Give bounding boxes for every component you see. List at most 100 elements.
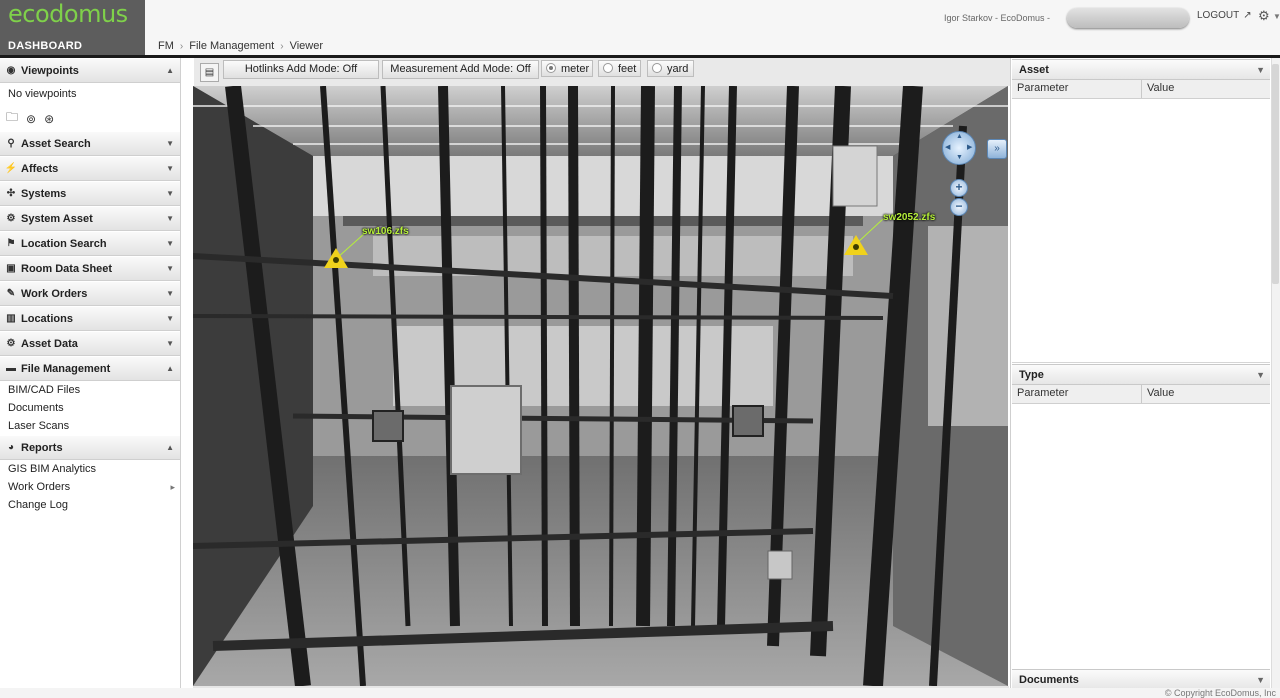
camera-add-icon[interactable]: ⊚ (26, 112, 36, 126)
gear-icon[interactable]: ⚙ (1258, 8, 1270, 24)
section-location-search[interactable]: ⚑ Location Search ▼ (0, 231, 180, 256)
unit-label: meter (561, 63, 590, 75)
measurement-mode-button[interactable]: Measurement Add Mode: Off (382, 60, 539, 79)
documents-panel-header[interactable]: Documents ▼ (1012, 669, 1270, 690)
scrollbar-thumb[interactable] (1272, 64, 1279, 284)
section-file-management[interactable]: ▬ File Management ▲ (0, 356, 180, 381)
section-label: Location Search (21, 237, 107, 250)
panel-divider[interactable] (1012, 362, 1270, 363)
section-label: Systems (21, 187, 67, 200)
column-value[interactable]: Value (1147, 387, 1174, 399)
breadcrumb-fm[interactable]: FM (158, 40, 174, 52)
breadcrumb-file-management[interactable]: File Management (189, 40, 274, 52)
section-label: Work Orders (21, 287, 88, 300)
section-room-data-sheet[interactable]: ▣ Room Data Sheet ▼ (0, 256, 180, 281)
hotlink-marker-sw106[interactable] (324, 248, 348, 268)
column-value[interactable]: Value (1147, 82, 1174, 94)
expand-icon[interactable]: ▼ (166, 314, 174, 323)
hotlink-label-sw106[interactable]: sw106.zfs (362, 226, 409, 237)
collapse-icon[interactable]: ▲ (166, 364, 174, 373)
unit-yard-radio[interactable]: yard (647, 60, 694, 77)
menu-item-change-log[interactable]: Change Log (0, 496, 180, 514)
section-work-orders[interactable]: ✎ Work Orders ▼ (0, 281, 180, 306)
expand-icon[interactable]: ▼ (166, 214, 174, 223)
orbit-control[interactable]: ▲ ▼ ◀ ▶ (942, 131, 976, 165)
logout-label: LOGOUT (1197, 10, 1240, 21)
expand-icon[interactable]: ▼ (166, 264, 174, 273)
collapse-icon[interactable]: ▲ (166, 443, 174, 452)
viewer-settings-icon[interactable]: ▤ (200, 63, 219, 82)
footer (0, 688, 1280, 698)
asset-table-header: Parameter Value (1012, 80, 1270, 99)
viewpoint-toolbar: 🗀 ⊚ ⊛ (0, 106, 180, 131)
column-parameter[interactable]: Parameter (1017, 387, 1068, 399)
section-system-asset[interactable]: ⚙ System Asset ▼ (0, 206, 180, 231)
search-icon: ⚲ (7, 138, 15, 149)
column-parameter[interactable]: Parameter (1017, 82, 1068, 94)
zoom-in-button[interactable]: + (950, 179, 968, 197)
section-locations[interactable]: ▥ Locations ▼ (0, 306, 180, 331)
user-name: Igor Starkov - EcoDomus - (944, 13, 1051, 23)
type-panel-title: Type (1019, 369, 1044, 381)
chevron-down-icon[interactable]: ▼ (1273, 12, 1280, 21)
section-label: Reports (21, 441, 63, 454)
sheet-icon: ▣ (6, 263, 16, 274)
section-systems[interactable]: ✣ Systems ▼ (0, 181, 180, 206)
fast-forward-icon[interactable]: » (987, 139, 1007, 159)
hotlinks-mode-button[interactable]: Hotlinks Add Mode: Off (223, 60, 379, 79)
pan-right-icon[interactable]: ▶ (967, 143, 972, 151)
collapse-icon[interactable]: ▲ (166, 66, 174, 75)
expand-icon[interactable]: ▼ (166, 239, 174, 248)
camera-search-icon[interactable]: ⊛ (44, 112, 54, 126)
column-divider[interactable] (1141, 80, 1142, 98)
radio-selected-icon (546, 63, 556, 74)
menu-item-gis-bim-analytics[interactable]: GIS BIM Analytics (0, 460, 180, 478)
documents-panel-title: Documents (1019, 674, 1079, 686)
section-asset-search[interactable]: ⚲ Asset Search ▼ (0, 131, 180, 156)
viewpoints-header[interactable]: ◉ Viewpoints ▲ (0, 58, 180, 83)
menu-item-work-orders[interactable]: Work Orders ▸ (0, 478, 180, 496)
laser-scan-viewport[interactable] (193, 86, 1008, 686)
expand-icon[interactable]: ▼ (166, 189, 174, 198)
asset-panel-header[interactable]: Asset ▼ (1012, 59, 1270, 80)
dashboard-link[interactable]: DASHBOARD (8, 40, 82, 52)
expand-icon[interactable]: ▼ (166, 289, 174, 298)
hotlink-label-sw2052[interactable]: sw2052.zfs (883, 212, 935, 223)
viewpoints-title: Viewpoints (21, 64, 79, 77)
hotlink-marker-sw2052[interactable] (844, 235, 868, 255)
menu-item-documents[interactable]: Documents (0, 399, 180, 417)
zoom-out-button[interactable]: − (950, 198, 968, 216)
unit-meter-radio[interactable]: meter (541, 60, 593, 77)
section-asset-data[interactable]: ⚙ Asset Data ▼ (0, 331, 180, 356)
logout-button[interactable]: LOGOUT ↗ (1197, 10, 1252, 21)
expand-icon[interactable]: ▼ (166, 164, 174, 173)
section-reports[interactable]: ◕ Reports ▲ (0, 435, 180, 460)
section-affects[interactable]: ⚡ Affects ▼ (0, 156, 180, 181)
radio-icon (652, 63, 662, 74)
section-label: Room Data Sheet (21, 262, 113, 275)
menu-item-laser-scans[interactable]: Laser Scans (0, 417, 180, 435)
pan-up-icon[interactable]: ▲ (956, 133, 963, 140)
section-label: Asset Search (21, 137, 91, 150)
collapse-icon[interactable]: ▼ (1256, 365, 1265, 386)
folder-icon: ▬ (6, 363, 16, 374)
expand-icon[interactable]: ▼ (166, 339, 174, 348)
column-divider[interactable] (1141, 385, 1142, 403)
ecodomus-logo[interactable]: ecodomus (8, 0, 128, 28)
pan-left-icon[interactable]: ◀ (945, 143, 950, 151)
logo-panel[interactable]: ecodomus DASHBOARD (0, 0, 145, 56)
menu-item-bim-cad-files[interactable]: BIM/CAD Files (0, 381, 180, 399)
pan-down-icon[interactable]: ▼ (956, 154, 963, 161)
pin-icon: ⚑ (6, 238, 16, 249)
new-folder-icon[interactable]: 🗀 (6, 108, 18, 129)
collapse-icon[interactable]: ▼ (1256, 60, 1265, 81)
account-selector[interactable] (1067, 8, 1189, 28)
camera-icon: ◉ (6, 65, 16, 76)
section-label: File Management (21, 362, 111, 375)
asset-panel-title: Asset (1019, 64, 1049, 76)
unit-feet-radio[interactable]: feet (598, 60, 641, 77)
submenu-arrow-icon: ▸ (170, 482, 175, 492)
network-icon: ✣ (6, 188, 16, 199)
type-panel-header[interactable]: Type ▼ (1012, 364, 1270, 385)
expand-icon[interactable]: ▼ (166, 139, 174, 148)
